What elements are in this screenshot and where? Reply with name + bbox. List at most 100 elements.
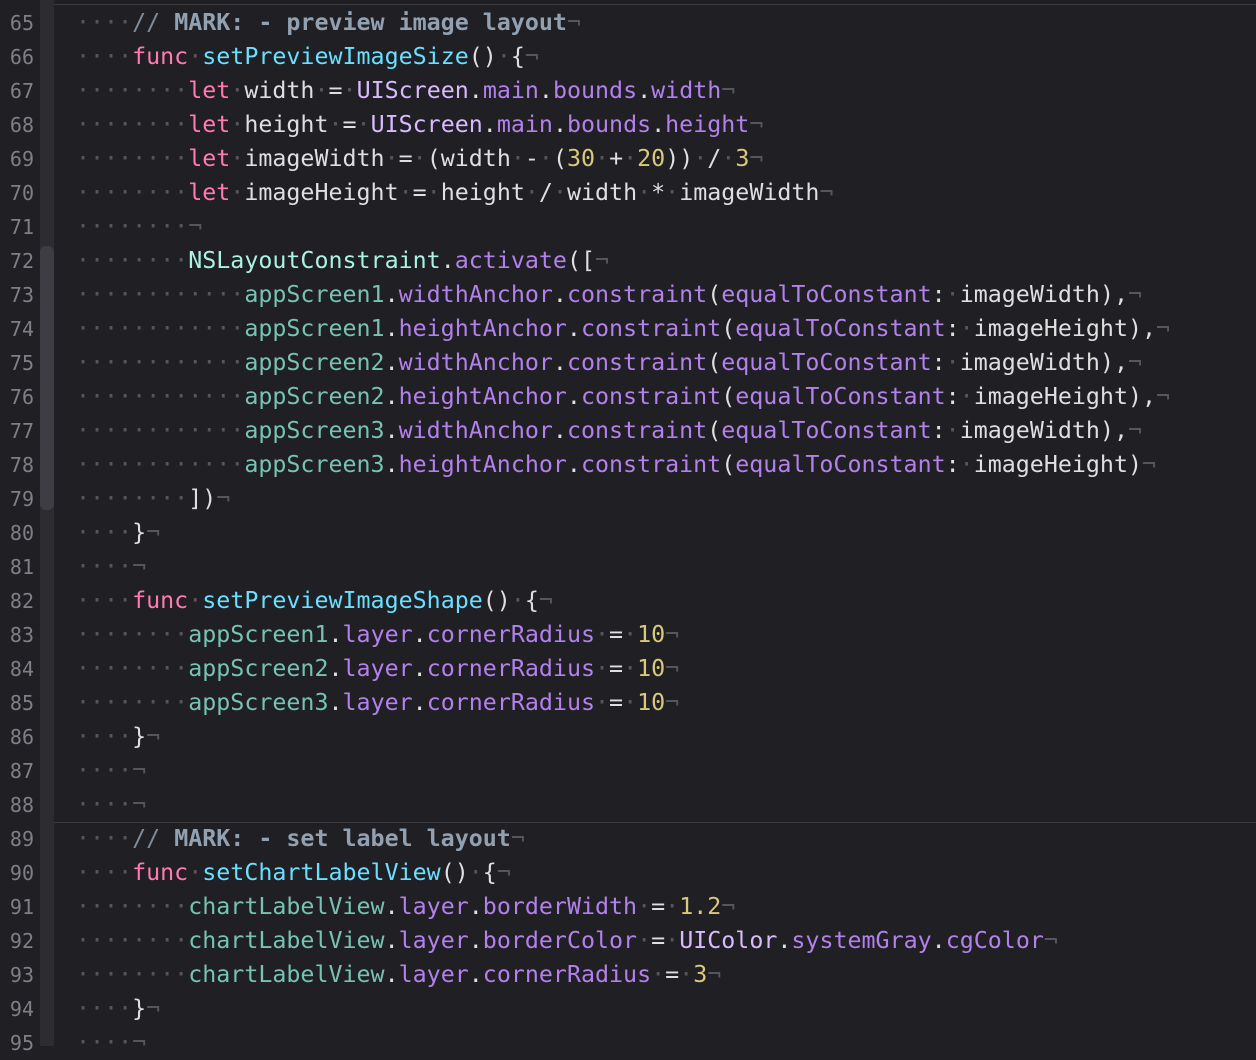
code-text[interactable]: ····¬: [76, 1026, 146, 1060]
code-token: .: [651, 111, 666, 138]
code-text[interactable]: ····func·setPreviewImageShape()·{¬: [76, 584, 553, 618]
code-token: ·: [679, 961, 694, 988]
code-line[interactable]: 70 ········let·imageHeight·=·height·/·wid…: [0, 176, 1256, 210]
code-text[interactable]: ········NSLayoutConstraint.activate([¬: [76, 244, 609, 278]
code-line[interactable]: 78 ············appScreen3.heightAnchor.co…: [0, 448, 1256, 482]
code-token: MARK: - preview image layout: [174, 9, 567, 36]
code-line[interactable]: 67 ········let·width·=·UIScreen.main.boun…: [0, 74, 1256, 108]
code-text[interactable]: ········appScreen1.layer.cornerRadius·=·…: [76, 618, 679, 652]
code-line[interactable]: 95 ····¬: [0, 1026, 1256, 1060]
code-text[interactable]: ········chartLabelView.layer.borderColor…: [76, 924, 1058, 958]
code-token: imageHeight),: [973, 315, 1157, 342]
code-line[interactable]: 79 ········])¬: [0, 482, 1256, 516]
code-line[interactable]: 71 ········¬: [0, 210, 1256, 244]
code-token: layer: [342, 655, 413, 682]
code-text[interactable]: ········let·imageHeight·=·height·/·width…: [76, 176, 834, 210]
code-text[interactable]: ····func·setPreviewImageSize()·{¬: [76, 40, 539, 74]
code-line[interactable]: 84 ········appScreen2.layer.cornerRadius·…: [0, 652, 1256, 686]
code-token: .: [384, 451, 399, 478]
code-line[interactable]: 76 ············appScreen2.heightAnchor.co…: [0, 380, 1256, 414]
code-text[interactable]: ····}¬: [76, 720, 160, 754]
code-text[interactable]: ········appScreen3.layer.cornerRadius·=·…: [76, 686, 679, 720]
code-text[interactable]: ····func·setChartLabelView()·{¬: [76, 856, 511, 890]
code-token: ·: [356, 111, 371, 138]
code-text[interactable]: ····¬: [76, 788, 146, 822]
code-line[interactable]: 75 ············appScreen2.widthAnchor.con…: [0, 346, 1256, 380]
code-line[interactable]: 65 ····// MARK: - preview image layout¬: [0, 6, 1256, 40]
line-number: 76: [9, 385, 34, 409]
code-text[interactable]: ········])¬: [76, 482, 230, 516]
code-text[interactable]: ····}¬: [76, 516, 160, 550]
code-line[interactable]: 94 ····}¬: [0, 992, 1256, 1026]
code-line[interactable]: 87 ····¬: [0, 754, 1256, 788]
code-token: ········: [76, 655, 189, 682]
code-token: ·: [314, 77, 329, 104]
code-token: appScreen2: [244, 383, 385, 410]
code-token: ·: [510, 587, 525, 614]
code-token: (): [468, 43, 497, 70]
code-line[interactable]: 74 ············appScreen1.heightAnchor.co…: [0, 312, 1256, 346]
code-line[interactable]: 72 ········NSLayoutConstraint.activate([¬: [0, 244, 1256, 278]
code-token: .: [538, 77, 553, 104]
code-line[interactable]: 68 ········let·height·=·UIScreen.main.bou…: [0, 108, 1256, 142]
code-text[interactable]: ············appScreen3.widthAnchor.const…: [76, 414, 1142, 448]
code-text[interactable]: ········chartLabelView.layer.cornerRadiu…: [76, 958, 721, 992]
code-token: heightAnchor: [398, 383, 567, 410]
code-line[interactable]: 81 ····¬: [0, 550, 1256, 584]
code-token: ¬: [595, 247, 610, 274]
code-text[interactable]: ····// MARK: - set label layout¬: [76, 822, 525, 856]
code-token: ····: [76, 859, 133, 886]
code-line[interactable]: 92 ········chartLabelView.layer.borderCol…: [0, 924, 1256, 958]
code-token: appScreen3: [244, 417, 385, 444]
code-text[interactable]: ····// MARK: - preview image layout¬: [76, 6, 581, 40]
code-token: ····: [76, 825, 133, 852]
code-text[interactable]: ············appScreen1.widthAnchor.const…: [76, 278, 1142, 312]
code-text[interactable]: ········¬: [76, 210, 202, 244]
code-text[interactable]: ········appScreen2.layer.cornerRadius·=·…: [76, 652, 679, 686]
code-text[interactable]: ········let·imageWidth·=·(width·-·(30·+·…: [76, 142, 763, 176]
code-line[interactable]: 90 ····func·setChartLabelView()·{¬: [0, 856, 1256, 890]
line-number: 66: [9, 45, 34, 69]
code-token: ¬: [496, 859, 511, 886]
code-line[interactable]: 91 ········chartLabelView.layer.borderWid…: [0, 890, 1256, 924]
code-text[interactable]: ····}¬: [76, 992, 160, 1026]
code-token: ·: [693, 145, 708, 172]
code-text[interactable]: ········let·width·=·UIScreen.main.bounds…: [76, 74, 735, 108]
code-token: {: [524, 587, 539, 614]
code-token: ········: [76, 961, 189, 988]
code-line[interactable]: 88 ····¬: [0, 788, 1256, 822]
code-line[interactable]: 80 ····}¬: [0, 516, 1256, 550]
code-token: ¬: [749, 111, 764, 138]
code-token: ·: [959, 315, 974, 342]
code-text[interactable]: ············appScreen2.widthAnchor.const…: [76, 346, 1142, 380]
code-line[interactable]: 69 ········let·imageWidth·=·(width·-·(30·…: [0, 142, 1256, 176]
code-text[interactable]: ········chartLabelView.layer.borderWidth…: [76, 890, 735, 924]
code-token: ····: [76, 723, 133, 750]
code-line[interactable]: 82 ····func·setPreviewImageShape()·{¬: [0, 584, 1256, 618]
code-token: }: [132, 723, 147, 750]
code-token: ·: [651, 961, 666, 988]
code-token: let: [188, 77, 231, 104]
code-text[interactable]: ········let·height·=·UIScreen.main.bound…: [76, 108, 763, 142]
code-token: /: [707, 145, 722, 172]
code-token: widthAnchor: [398, 349, 553, 376]
code-line[interactable]: 77 ············appScreen3.widthAnchor.con…: [0, 414, 1256, 448]
code-line[interactable]: 73 ············appScreen1.widthAnchor.con…: [0, 278, 1256, 312]
code-token: .: [468, 77, 483, 104]
code-text[interactable]: ············appScreen2.heightAnchor.cons…: [76, 380, 1170, 414]
code-token: ·: [665, 927, 680, 954]
code-line[interactable]: 93 ········chartLabelView.layer.cornerRad…: [0, 958, 1256, 992]
code-line[interactable]: 85 ········appScreen3.layer.cornerRadius·…: [0, 686, 1256, 720]
code-token: }: [132, 995, 147, 1022]
code-token: ········: [76, 179, 189, 206]
code-line[interactable]: 66 ····func·setPreviewImageSize()·{¬: [0, 40, 1256, 74]
code-text[interactable]: ············appScreen3.heightAnchor.cons…: [76, 448, 1156, 482]
code-text[interactable]: ············appScreen1.heightAnchor.cons…: [76, 312, 1170, 346]
code-line[interactable]: 83 ········appScreen1.layer.cornerRadius·…: [0, 618, 1256, 652]
code-token: ·: [398, 179, 413, 206]
code-text[interactable]: ····¬: [76, 550, 146, 584]
code-line[interactable]: 86 ····}¬: [0, 720, 1256, 754]
code-line[interactable]: 89 ····// MARK: - set label layout¬: [0, 822, 1256, 856]
code-editor[interactable]: 65 ····// MARK: - preview image layout¬ 66…: [0, 0, 1256, 1056]
code-text[interactable]: ····¬: [76, 754, 146, 788]
